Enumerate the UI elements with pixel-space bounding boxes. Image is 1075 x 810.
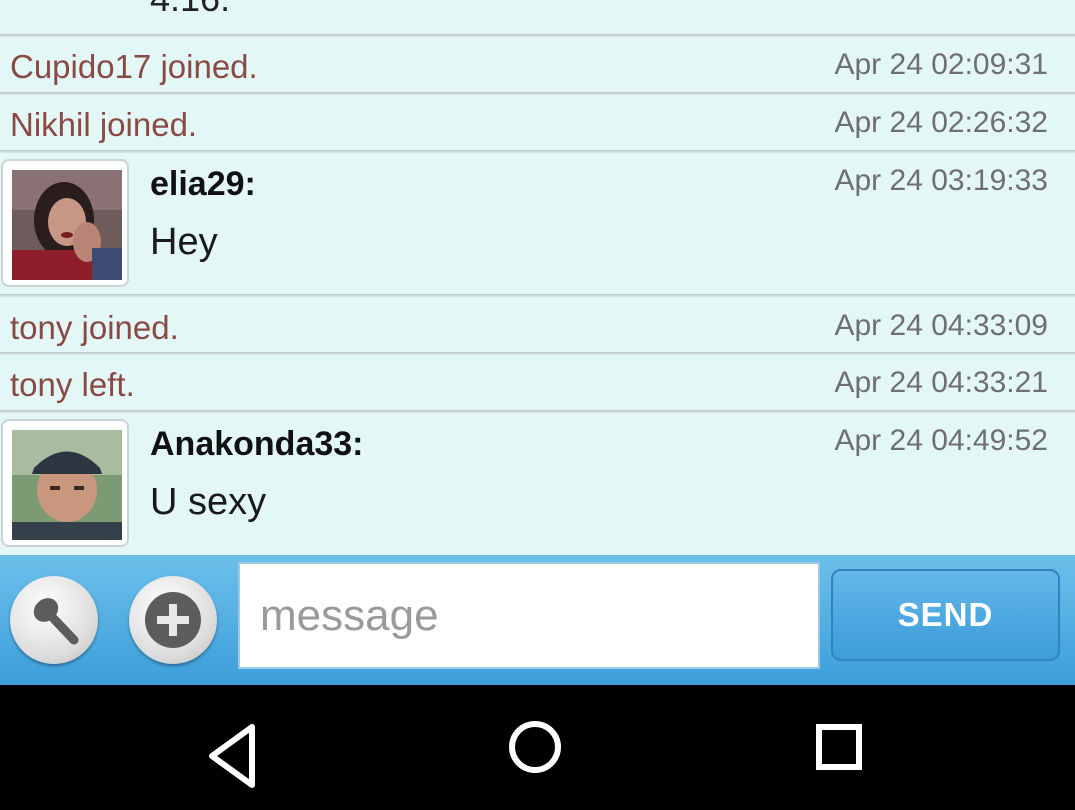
home-button[interactable] [490, 705, 580, 795]
username[interactable]: elia29: [150, 165, 256, 204]
add-attachment-button[interactable] [129, 576, 217, 664]
username[interactable]: Anakonda33: [150, 425, 364, 464]
user-avatar-anakonda33[interactable] [1, 419, 129, 547]
plus-icon [145, 592, 201, 648]
android-navigation-bar [0, 685, 1075, 810]
divider [0, 34, 1075, 37]
system-message: Cupido17 joined. [10, 48, 258, 85]
recents-square-icon [816, 724, 862, 770]
system-message: tony joined. [10, 309, 179, 346]
chat-log: 4.16. Cupido17 joined. Apr 24 02:09:31 N… [0, 0, 1075, 555]
voice-record-button[interactable] [10, 576, 98, 664]
back-button[interactable] [190, 705, 280, 795]
timestamp: Apr 24 02:26:32 [834, 106, 1048, 139]
male-profile-photo [12, 430, 122, 540]
divider [0, 150, 1075, 153]
timestamp: Apr 24 03:19:33 [834, 164, 1048, 197]
system-message: tony left. [10, 366, 135, 403]
recents-button[interactable] [794, 705, 884, 795]
message-text: U sexy [150, 481, 267, 523]
timestamp: Apr 24 04:33:21 [834, 366, 1048, 399]
back-triangle-icon [209, 724, 255, 788]
cut-off-message-text: 4.16. [150, 0, 230, 20]
home-circle-icon [509, 721, 561, 773]
divider [0, 410, 1075, 413]
female-profile-photo [12, 170, 122, 280]
send-button[interactable]: SEND [831, 569, 1060, 661]
timestamp: Apr 24 04:33:09 [834, 309, 1048, 342]
microphone-icon [33, 598, 79, 645]
message-text: Hey [150, 221, 218, 263]
divider [0, 92, 1075, 95]
divider [0, 352, 1075, 355]
timestamp: Apr 24 04:49:52 [834, 424, 1048, 457]
divider [0, 294, 1075, 297]
user-avatar-elia29[interactable] [1, 159, 129, 287]
timestamp: Apr 24 02:09:31 [834, 48, 1048, 81]
message-input[interactable] [238, 562, 820, 669]
system-message: Nikhil joined. [10, 106, 198, 143]
